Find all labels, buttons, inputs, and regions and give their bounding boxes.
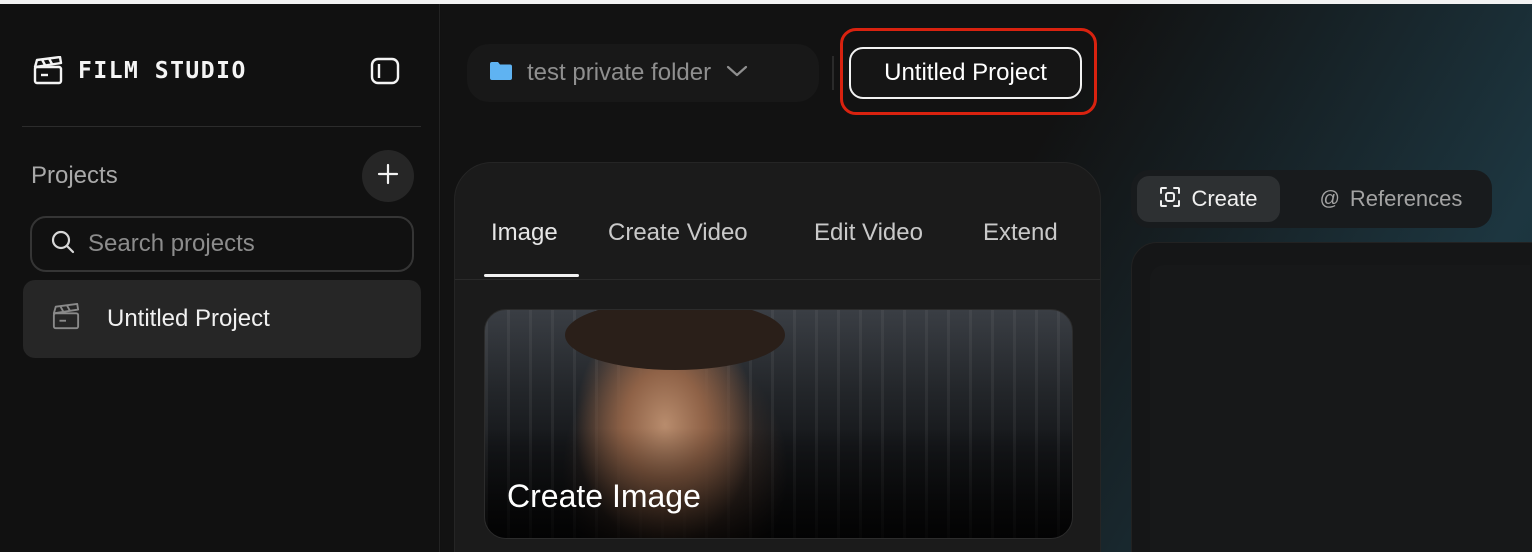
references-mode-button[interactable]: @ References: [1301, 176, 1481, 222]
sidebar-panel-icon: [370, 57, 400, 90]
search-icon: [50, 229, 76, 260]
sidebar: FILM STUDIO Projects Search projects Unt…: [0, 4, 440, 552]
main-area: test private folder Untitled Project Ima…: [441, 4, 1532, 552]
mode-switch: Create @ References: [1131, 170, 1492, 228]
collapse-sidebar-button[interactable]: [370, 56, 400, 86]
search-projects-input[interactable]: [88, 230, 388, 258]
generation-panel: Image Create Video Edit Video Extend Cre…: [454, 162, 1101, 552]
folder-selector[interactable]: test private folder: [467, 44, 819, 102]
projects-heading: Projects: [31, 162, 118, 189]
folder-label: test private folder: [527, 59, 712, 86]
card-image-detail: [565, 310, 785, 370]
active-tab-indicator: [484, 274, 579, 277]
project-item-untitled-project[interactable]: Untitled Project: [23, 280, 421, 358]
brand-name: FILM STUDIO: [78, 58, 247, 84]
header-separator: [832, 56, 834, 90]
create-mode-button[interactable]: Create: [1137, 176, 1280, 222]
clapperboard-icon: [51, 302, 81, 336]
card-title: Create Image: [507, 478, 701, 514]
search-projects-box[interactable]: [30, 216, 414, 272]
folder-icon: [489, 61, 513, 86]
tab-edit-video[interactable]: Edit Video: [814, 219, 923, 247]
tab-bar: Image Create Video Edit Video Extend: [455, 163, 1100, 280]
project-title: Untitled Project: [884, 59, 1047, 86]
tab-extend[interactable]: Extend: [983, 219, 1058, 247]
tab-image[interactable]: Image: [491, 219, 558, 247]
add-project-button[interactable]: [362, 150, 414, 202]
tab-create-video[interactable]: Create Video: [608, 219, 748, 247]
preview-area: [1150, 265, 1530, 552]
create-image-card[interactable]: Create Image: [484, 309, 1073, 539]
references-mode-label: References: [1349, 186, 1463, 211]
at-sign-icon: @: [1319, 187, 1340, 210]
chevron-down-icon: [725, 64, 749, 83]
clapperboard-icon: [32, 56, 64, 86]
create-mode-label: Create: [1191, 186, 1258, 211]
focus-frame-icon: [1159, 186, 1181, 213]
project-item-label: Untitled Project: [107, 305, 270, 332]
plus-icon: [377, 163, 399, 190]
sidebar-divider: [22, 126, 421, 127]
preview-panel: [1131, 242, 1532, 552]
brand: FILM STUDIO: [32, 56, 247, 86]
project-title-button[interactable]: Untitled Project: [849, 47, 1082, 99]
